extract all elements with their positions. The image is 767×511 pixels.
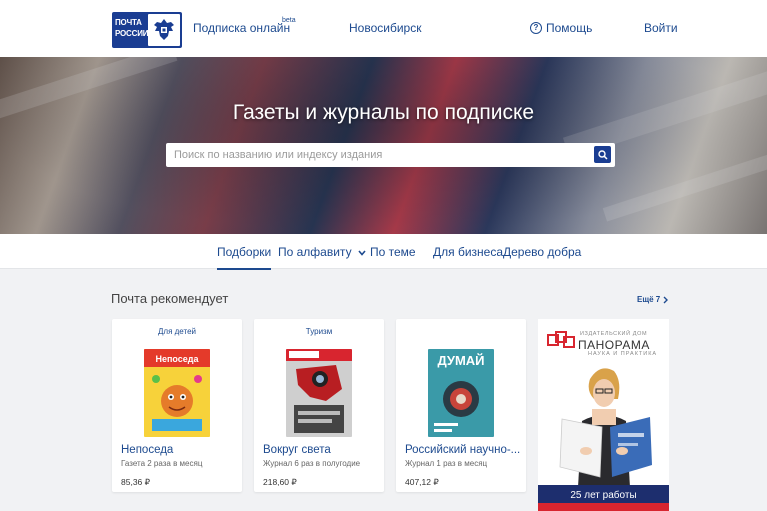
tab-alphabetical[interactable]: По алфавиту <box>278 245 366 259</box>
tab-for-business[interactable]: Для бизнеса <box>433 245 503 259</box>
chevron-right-icon <box>663 296 669 303</box>
card-description: Журнал 6 раз в полугодие <box>263 459 361 468</box>
woman-reading-illustration <box>559 368 652 487</box>
card-title[interactable]: Российский научно-... <box>405 444 520 456</box>
site-header: ПОЧТА РОССИИ Подписка онлайн beta Новоси… <box>0 0 767 57</box>
card-title[interactable]: Вокруг света <box>263 444 331 456</box>
publication-card[interactable]: Туризм Вокруг света Журнал 6 раз в полуг… <box>254 319 384 492</box>
ad-brand: ПАНОРАМА <box>578 338 650 352</box>
card-title[interactable]: Непоседа <box>121 444 173 456</box>
help-label: Помощь <box>546 21 593 35</box>
tab-collections[interactable]: Подборки <box>217 245 272 270</box>
ad-tagline: НАУКА И ПРАКТИКА <box>588 351 658 357</box>
hero-title: Газеты и журналы по подписке <box>232 101 535 124</box>
tab-tree-of-kindness[interactable]: Дерево добра <box>503 245 581 259</box>
help-link[interactable]: ? Помощь <box>530 21 592 35</box>
tab-alphabetical-label: По алфавиту <box>278 245 352 259</box>
advertisement-banner[interactable]: ИЗДАТЕЛЬСКИЙ ДОМ ПАНОРАМА НАУКА И ПРАКТИ… <box>538 319 669 511</box>
eagle-emblem-icon <box>148 14 180 46</box>
catalog-tabs: Подборки По алфавиту По теме Для бизнеса… <box>0 234 767 270</box>
card-description: Журнал 1 раз в месяц <box>405 459 488 468</box>
logo-text: ПОЧТА РОССИИ <box>115 17 149 39</box>
card-category: Туризм <box>305 327 333 336</box>
cover-image: Непоседа <box>144 349 210 437</box>
cover-image: ДУМАЙ <box>428 349 494 437</box>
search-input[interactable] <box>166 143 591 167</box>
logo-line-2: РОССИИ <box>115 29 149 38</box>
ad-banner-text: 25 лет работы <box>570 490 637 501</box>
panorama-logo-icon <box>547 331 575 348</box>
card-description: Газета 2 раза в месяц <box>121 459 203 468</box>
section-title: Почта рекомендует <box>111 291 229 306</box>
subscribe-online-link[interactable]: Подписка онлайн <box>193 21 290 35</box>
cover-title: Непоседа <box>155 354 199 364</box>
cover-title: ДУМАЙ <box>437 353 484 368</box>
card-category: Для детей <box>158 327 196 336</box>
search-icon <box>597 149 608 160</box>
card-price: 218,60 ₽ <box>263 477 297 487</box>
login-link[interactable]: Войти <box>644 21 678 35</box>
logo-line-1: ПОЧТА <box>115 18 142 27</box>
pochta-logo[interactable]: ПОЧТА РОССИИ <box>112 12 182 48</box>
chevron-down-icon <box>358 250 366 256</box>
help-icon: ? <box>530 22 542 34</box>
cover-image <box>286 349 352 437</box>
publication-card[interactable]: ДУМАЙ Российский научно-... Журнал 1 раз… <box>396 319 526 492</box>
tab-by-topic[interactable]: По теме <box>370 245 416 259</box>
search-box <box>166 143 615 167</box>
city-selector[interactable]: Новосибирск <box>349 21 421 35</box>
card-price: 85,36 ₽ <box>121 477 151 487</box>
ad-publisher: ИЗДАТЕЛЬСКИЙ ДОМ <box>580 331 648 337</box>
ad-banner-red-strip <box>538 503 669 511</box>
card-price: 407,12 ₽ <box>405 477 439 487</box>
see-all-link[interactable]: Ещё 7 <box>637 295 669 304</box>
hero-banner: Газеты и журналы по подписке <box>0 57 767 234</box>
publication-card[interactable]: Для детей Непоседа Непоседа Газета 2 раз… <box>112 319 242 492</box>
beta-badge: beta <box>282 17 296 24</box>
see-all-label: Ещё 7 <box>637 295 661 304</box>
search-button[interactable] <box>594 146 611 163</box>
